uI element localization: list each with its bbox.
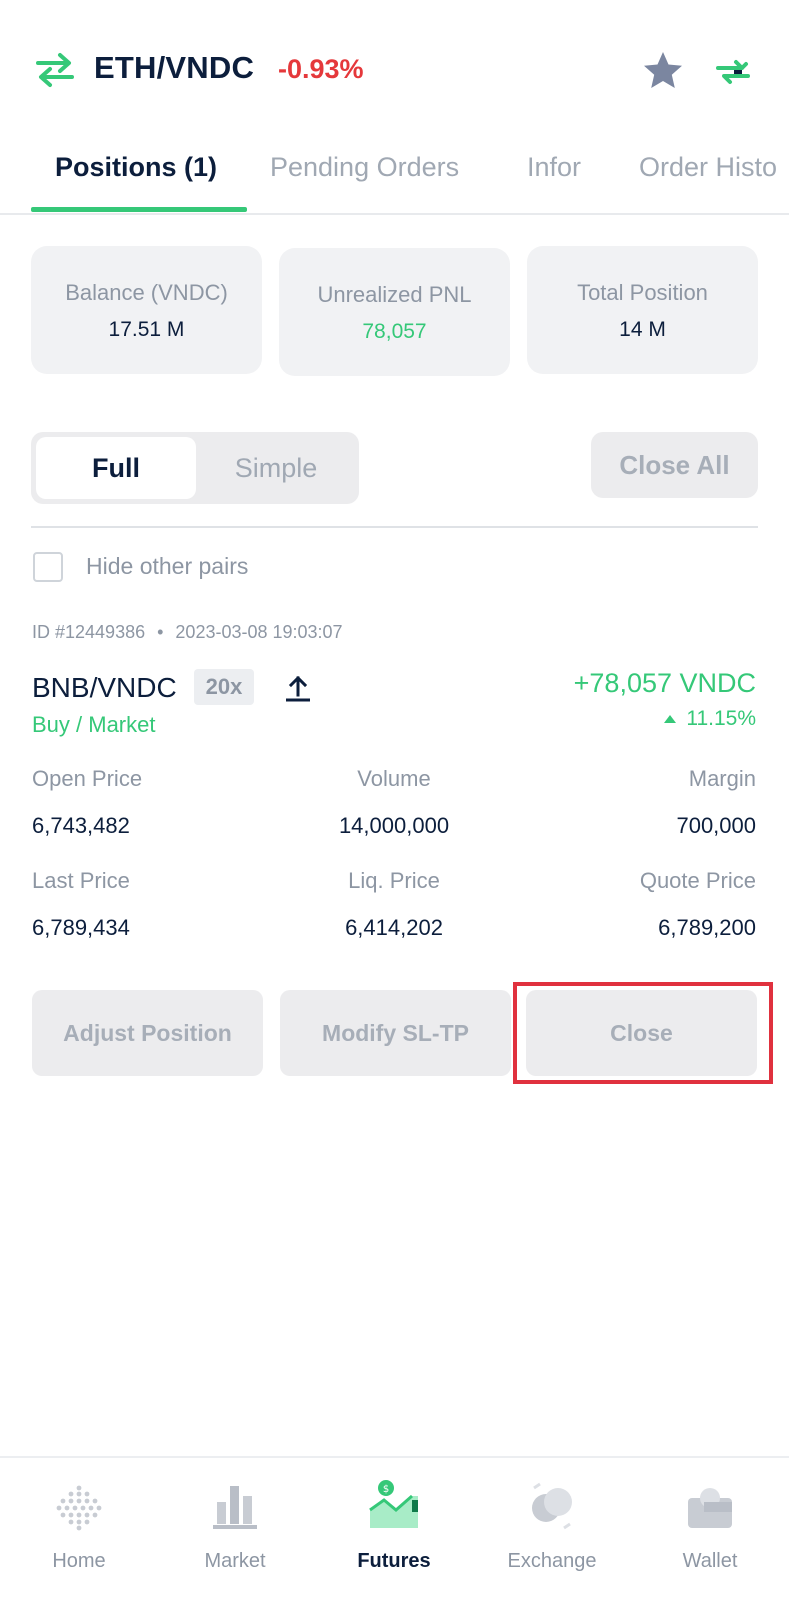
open-price-value: 6,743,482 [32,813,130,838]
position-pair: BNB/VNDC [32,672,177,703]
adjust-position-button[interactable]: Adjust Position [32,990,263,1076]
positions-tabs: Positions (1) Pending Orders Infor Order… [0,135,789,215]
up-triangle-icon [664,715,677,723]
quote-price-label: Quote Price [639,868,756,893]
nav-wallet[interactable]: Wallet [631,1458,789,1600]
divider [31,526,758,528]
simple-view-button[interactable]: Simple [196,437,356,499]
exchange-arrows-icon[interactable] [712,52,754,90]
exchange-coins-icon [532,1482,572,1530]
nav-label-futures: Futures [357,1550,431,1572]
total-position-card: Total Position 14 M [527,246,758,374]
unrealized-pnl-value: 78,057 [362,320,427,343]
star-icon[interactable] [642,50,684,92]
highlight-box [513,982,773,1084]
balance-value: 17.51 M [108,318,185,341]
market-bars-icon [213,1486,257,1529]
nav-home[interactable]: Home [0,1458,158,1600]
nav-label-exchange: Exchange [507,1550,597,1572]
position-meta: ID #12449386 • 2023-03-08 19:03:07 [32,622,343,643]
pnl-percent-value: 11.15% [686,707,756,730]
header: ETH/VNDC -0.93% [0,0,789,135]
unrealized-pnl-card: Unrealized PNL 78,057 [279,248,510,376]
liq-price-label: Liq. Price [348,868,440,893]
unrealized-pnl-label: Unrealized PNL [317,282,472,307]
tab-pending-orders[interactable]: Pending Orders [270,152,459,183]
tab-infor[interactable]: Infor [527,152,581,183]
pnl-percent: 11.15% [664,707,756,731]
position-id: ID #12449386 [32,622,146,642]
nav-futures[interactable]: $ Futures [315,1458,473,1600]
pair-title[interactable]: ETH/VNDC [94,50,254,86]
quote-price-value: 6,789,200 [658,915,756,940]
bottom-nav: Home Market $ Futures Exchange Wallet [0,1456,789,1600]
liq-price-value: 6,414,202 [345,915,443,940]
hide-other-pairs-label[interactable]: Hide other pairs [86,553,248,580]
total-position-value: 14 M [619,318,666,341]
last-price-value: 6,789,434 [32,915,130,940]
volume-value: 14,000,000 [338,813,450,838]
hide-other-pairs-checkbox[interactable] [33,552,63,582]
nav-label-wallet: Wallet [682,1550,738,1572]
price-change: -0.93% [278,54,364,84]
swap-arrows-icon[interactable] [34,52,76,88]
tab-order-history[interactable]: Order Histo [639,152,777,183]
margin-label: Margin [688,766,756,791]
order-side: Buy / Market [32,712,156,737]
modify-sl-tp-button[interactable]: Modify SL-TP [280,990,511,1076]
full-view-button[interactable]: Full [36,437,196,499]
position-pnl: +78,057 VNDC [573,668,756,698]
nav-label-market: Market [204,1550,266,1572]
active-tab-indicator [31,207,247,212]
leverage-badge: 20x [194,669,254,705]
view-mode-toggle: Full Simple [31,432,359,504]
margin-value: 700,000 [676,813,756,838]
close-all-button[interactable]: Close All [591,432,758,498]
nav-market[interactable]: Market [156,1458,314,1600]
meta-separator: • [157,622,164,642]
share-icon[interactable] [284,674,312,702]
futures-positions-screen: ETH/VNDC -0.93% Positions (1) Pending Or… [0,0,789,1600]
nav-exchange[interactable]: Exchange [473,1458,631,1600]
futures-chart-icon: $ [369,1480,418,1528]
home-dots-icon [56,1485,102,1531]
wallet-icon [688,1488,732,1528]
tab-positions[interactable]: Positions (1) [55,152,217,183]
open-price-label: Open Price [32,766,143,791]
position-datetime: 2023-03-08 19:03:07 [175,622,343,642]
svg-text:$: $ [383,1484,389,1495]
volume-label: Volume [357,766,431,791]
balance-label: Balance (VNDC) [65,280,228,305]
last-price-label: Last Price [32,868,130,893]
balance-card: Balance (VNDC) 17.51 M [31,246,262,374]
total-position-label: Total Position [577,280,708,305]
nav-label-home: Home [52,1550,106,1572]
